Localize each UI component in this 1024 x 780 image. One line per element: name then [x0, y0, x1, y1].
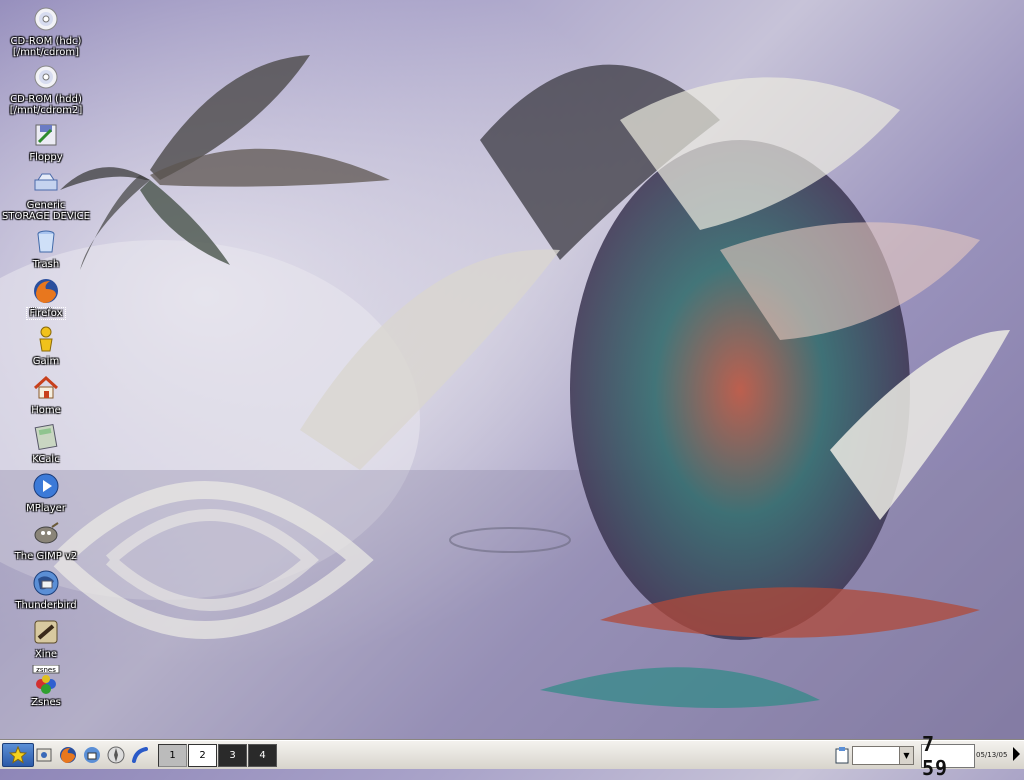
desktop-icon-mplayer[interactable]: MPlayer: [0, 471, 94, 514]
chevron-down-icon[interactable]: ▼: [899, 747, 913, 764]
icon-label: Thunderbird: [15, 600, 77, 611]
icon-label: Firefox: [26, 307, 66, 320]
icon-label: Floppy: [29, 152, 63, 163]
xine-icon: [31, 617, 61, 647]
desktop-icon-home[interactable]: Home: [0, 373, 94, 416]
tray-expand-arrow-icon[interactable]: [1013, 747, 1020, 761]
date-label: 05/13/05: [976, 751, 1008, 759]
mplayer-icon: [31, 471, 61, 501]
desktop-icon-zsnes[interactable]: zsnes Zsnes: [0, 665, 94, 708]
cdrom-icon: [31, 62, 61, 92]
desktop-wallpaper: [0, 0, 1024, 740]
floppy-icon: [31, 120, 61, 150]
thunderbird-icon: [31, 568, 61, 598]
desktop-icon-cdrom-hdc[interactable]: CD-ROM (hdc) [/mnt/cdrom]: [0, 4, 94, 58]
klipper-tray[interactable]: [833, 743, 851, 767]
gimp-icon: [31, 519, 61, 549]
file-manager-icon: [36, 748, 52, 762]
icon-label: Zsnes: [31, 697, 61, 708]
gaim-icon: [31, 324, 61, 354]
desktop-icon-cdrom-hdd[interactable]: CD-ROM (hdd) [/mnt/cdrom2]: [0, 62, 94, 116]
taskbar: 1 2 3 4 ▼ 7 59 05/13/05: [0, 732, 1024, 780]
desktop-icon-generic-storage[interactable]: Generic STORAGE DEVICE: [0, 168, 94, 222]
usb-storage-icon: [31, 168, 61, 198]
firefox-icon: [31, 276, 61, 306]
thunderbird-icon: [84, 747, 100, 763]
launcher-phone[interactable]: [130, 743, 150, 767]
clock[interactable]: 7 59: [921, 732, 975, 780]
icon-label: Gaim: [32, 356, 60, 367]
clipboard-icon: [835, 747, 849, 764]
desktop-icon-trash[interactable]: Trash: [0, 227, 94, 270]
icon-label: Generic STORAGE DEVICE: [2, 200, 90, 222]
trash-icon: [31, 227, 61, 257]
pager-desktop-4[interactable]: 4: [248, 744, 277, 767]
desktop-icon-gaim[interactable]: Gaim: [0, 324, 94, 367]
icon-label: The GIMP v2: [14, 551, 78, 562]
launcher-firefox[interactable]: [58, 743, 78, 767]
desktop-icon-firefox[interactable]: Firefox: [0, 276, 94, 320]
icon-label: CD-ROM (hdc) [/mnt/cdrom]: [10, 36, 82, 58]
icon-label: MPlayer: [26, 503, 66, 514]
icon-label: KCalc: [32, 454, 60, 465]
pager-desktop-2[interactable]: 2: [188, 744, 217, 767]
launcher-browser[interactable]: [106, 743, 126, 767]
pager-desktop-3[interactable]: 3: [218, 744, 247, 767]
star-icon: [9, 746, 27, 764]
icon-label: Xine: [34, 649, 58, 660]
cdrom-icon: [31, 4, 61, 34]
launcher-thunderbird[interactable]: [82, 743, 102, 767]
desktop-icon-kcalc[interactable]: KCalc: [0, 422, 94, 465]
icon-label: Trash: [32, 259, 60, 270]
launcher-konqueror[interactable]: [34, 743, 54, 767]
desktop-icon-floppy[interactable]: Floppy: [0, 120, 94, 163]
zsnes-icon: zsnes: [31, 665, 61, 695]
desktop-icon-xine[interactable]: Xine: [0, 617, 94, 660]
firefox-icon: [60, 747, 76, 763]
home-icon: [31, 373, 61, 403]
compass-icon: [107, 746, 125, 764]
taskbar-combo-box[interactable]: ▼: [852, 746, 914, 765]
desktop-icon-thunderbird[interactable]: Thunderbird: [0, 568, 94, 611]
start-menu-button[interactable]: [2, 743, 34, 767]
desktop-icon-gimp[interactable]: The GIMP v2: [0, 519, 94, 562]
icon-label: CD-ROM (hdd) [/mnt/cdrom2]: [9, 94, 83, 116]
pager-desktop-1[interactable]: 1: [158, 744, 187, 767]
phone-icon: [132, 747, 148, 763]
zsnes-badge-text: zsnes: [36, 666, 56, 674]
calculator-icon: [31, 422, 61, 452]
icon-label: Home: [31, 405, 61, 416]
